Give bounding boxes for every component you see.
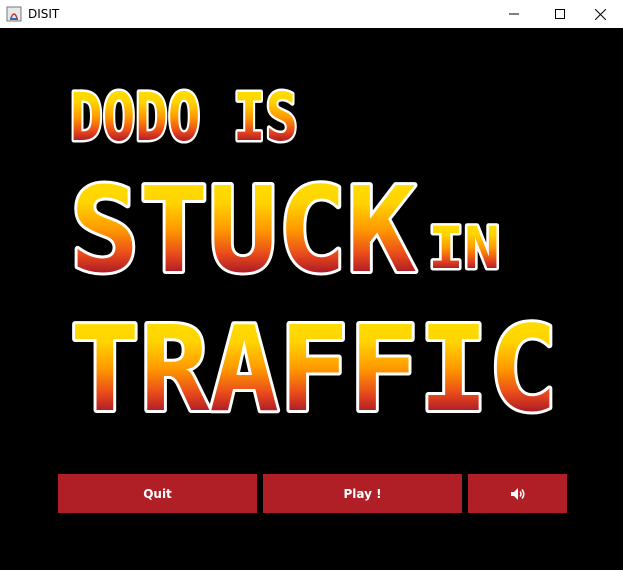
sound-toggle-button[interactable] (468, 474, 567, 513)
speaker-icon (510, 487, 524, 500)
minimize-button[interactable] (491, 0, 537, 28)
window-titlebar: DISIT (0, 0, 623, 29)
close-icon (594, 8, 606, 20)
java-app-icon (6, 6, 22, 22)
game-canvas: DODO IS STUCK IN TRAFFIC Quit Play ! (0, 28, 623, 570)
logo-line-dodo-is: DODO IS (70, 79, 298, 156)
window-title: DISIT (28, 7, 60, 21)
maximize-icon (555, 9, 565, 19)
game-logo: DODO IS STUCK IN TRAFFIC (67, 77, 561, 442)
quit-button-label: Quit (143, 486, 172, 501)
quit-button[interactable]: Quit (58, 474, 257, 513)
play-button[interactable]: Play ! (263, 474, 462, 513)
minimize-icon (509, 13, 519, 15)
logo-line-stuck: STUCK (70, 161, 416, 299)
logo-word-in: IN (428, 214, 500, 282)
play-button-label: Play ! (343, 486, 382, 501)
logo-line-traffic: TRAFFIC (70, 300, 558, 438)
close-button[interactable] (577, 0, 623, 28)
